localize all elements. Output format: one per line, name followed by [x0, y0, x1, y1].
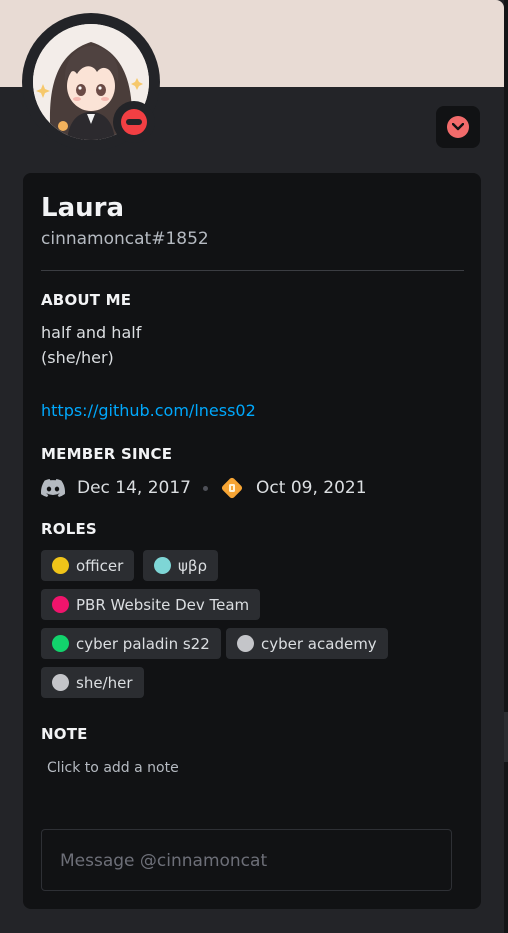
role-label: cyber paladin s22 — [76, 634, 210, 653]
role-color-dot — [52, 674, 69, 691]
role-cyber-paladin[interactable]: cyber paladin s22 — [41, 628, 221, 659]
server-join-date: Oct 09, 2021 — [256, 478, 367, 498]
role-cyber-academy[interactable]: cyber academy — [226, 628, 388, 659]
member-since-heading: MEMBER SINCE — [41, 445, 173, 463]
role-label: she/her — [76, 673, 133, 692]
role-label: PBR Website Dev Team — [76, 595, 250, 614]
divider — [41, 270, 464, 271]
profile-badge-button[interactable] — [436, 106, 480, 148]
about-link[interactable]: https://github.com/lness02 — [41, 401, 256, 420]
role-psi-beta-rho[interactable]: ψβρ — [143, 550, 218, 581]
window-edge — [504, 0, 508, 933]
role-color-dot — [237, 635, 254, 652]
role-color-dot — [52, 596, 69, 613]
role-she-her[interactable]: she/her — [41, 667, 144, 698]
roles-heading: ROLES — [41, 520, 97, 538]
role-color-dot — [52, 557, 69, 574]
role-color-dot — [154, 557, 171, 574]
member-since-row: Dec 14, 2017 Oct 09, 2021 — [41, 476, 367, 500]
profile-card: Laura cinnamoncat#1852 ABOUT ME half and… — [23, 173, 481, 909]
message-box — [41, 829, 452, 892]
role-label: ψβρ — [178, 556, 207, 575]
server-icon — [220, 476, 244, 500]
role-officer[interactable]: officer — [41, 550, 135, 581]
note-input[interactable]: Click to add a note — [47, 760, 179, 776]
separator-dot — [203, 485, 209, 491]
about-me-heading: ABOUT ME — [41, 291, 132, 309]
discord-join-date: Dec 14, 2017 — [77, 478, 192, 498]
username: cinnamoncat#1852 — [41, 229, 209, 249]
role-label: cyber academy — [261, 634, 377, 653]
about-line: (she/her) — [41, 348, 114, 367]
role-color-dot — [52, 635, 69, 652]
discord-logo-icon — [41, 479, 65, 497]
message-input[interactable] — [58, 830, 442, 892]
chevron-down-badge-icon — [447, 116, 469, 138]
display-name: Laura — [41, 193, 124, 223]
do-not-disturb-status-icon — [121, 109, 147, 135]
role-label: officer — [76, 556, 124, 575]
role-pbr-website-dev-team[interactable]: PBR Website Dev Team — [41, 589, 261, 620]
note-heading: NOTE — [41, 725, 88, 743]
scrollbar[interactable] — [504, 712, 508, 762]
about-line: half and half — [41, 323, 142, 342]
